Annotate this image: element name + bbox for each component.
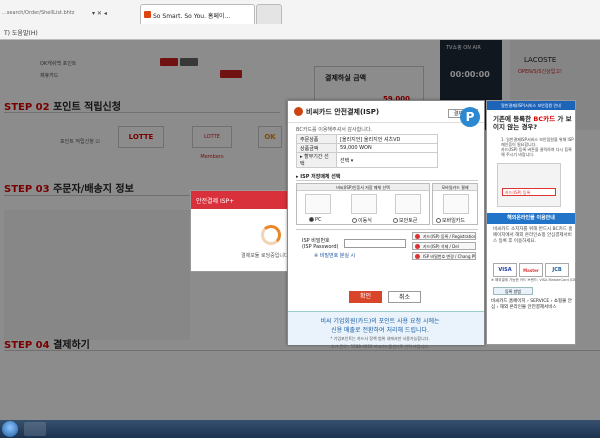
- removable-device-icon[interactable]: [351, 194, 377, 214]
- password-area: ISP 비밀번호 (ISP Password) ※ 비밀번호 분실 시 카드(I…: [296, 229, 478, 279]
- table-row: 주문상품 [올리지언] 울리지언 셔츠VD: [296, 134, 438, 144]
- help-img-caption: 카드(ISP) 등록: [502, 188, 556, 196]
- corporate-point-notice: 비씨 기업회원(카드)의 포인트 사용 요청 시에는 신용 매출로 전환하여 처…: [288, 311, 484, 349]
- forgot-password-link[interactable]: ※ 비밀번호 분실 시: [314, 252, 355, 259]
- isp-loader-message: 결제모듈 로딩중입니다: [241, 253, 289, 259]
- media-option-mobile[interactable]: 모바일카드: [436, 217, 465, 224]
- loading-spinner-icon: [261, 225, 281, 245]
- order-info-table: 주문상품 [올리지언] 울리지언 셔츠VD 상품금액 59,000 WON ▸ …: [296, 134, 438, 168]
- menu-bar[interactable]: T) 도움말(H): [0, 24, 600, 38]
- isp-loader-dialog: 안전결제 ISP+ 결제모듈 로딩중입니다: [190, 190, 290, 272]
- popup-subtitle: BC카드를 이용해주셔서 감사합니다.: [296, 127, 373, 133]
- installment-label: ▸ 할부기간 선택: [296, 152, 337, 168]
- address-controls[interactable]: ▾ ✕ ◂: [92, 10, 132, 22]
- bc-isp-popup: 비씨카드 안전결제(ISP) 결제취소 BC카드를 이용해주셔서 감사합니다. …: [287, 100, 485, 349]
- register-guide-button[interactable]: 등록 방법: [493, 287, 533, 295]
- popup-title: 비씨카드 안전결제(ISP): [306, 108, 380, 116]
- bc-card-logo-icon: [294, 107, 303, 116]
- delete-card-button[interactable]: 카드(ISP) 삭제 / Del: [412, 242, 476, 250]
- media-option-token[interactable]: 보안토큰: [393, 217, 417, 224]
- table-row: 상품금액 59,000 WON: [296, 143, 438, 153]
- start-button-icon[interactable]: [2, 421, 18, 437]
- taskbar-ie-icon[interactable]: [24, 422, 46, 436]
- change-password-button[interactable]: ISP 비밀번호 변경 / Chang PW: [412, 252, 476, 260]
- notice-line1: 비씨 기업회원(카드)의 포인트 사용 요청 시에는: [320, 318, 440, 325]
- help-body: 1. 일반결제ISP서비스 보안접원을 위해 ISP 재인증이 필요합니다. 카…: [501, 137, 574, 157]
- help-q-red: BC카드: [533, 115, 556, 123]
- address-bar[interactable]: ...search/Order/ShellList.bhtz: [2, 10, 80, 22]
- mobile-card-title: 모바일카드 결제: [433, 184, 477, 191]
- storage-section-title: ▸ ISP 저장매체 선택: [296, 173, 478, 181]
- radio-icon[interactable]: [309, 217, 314, 222]
- order-item-label: 주문상품: [296, 134, 337, 144]
- tab-title: So Smart. So You. 홈페이...: [153, 13, 231, 20]
- order-item-value: [올리지언] 울리지언 셔츠VD: [336, 134, 438, 144]
- confirm-button[interactable]: 확인: [349, 291, 382, 303]
- isp-loader-title: 안전결제 ISP+: [191, 191, 289, 209]
- installment-select[interactable]: 선택 ▾: [336, 152, 438, 168]
- browser-tab-new[interactable]: [256, 4, 282, 24]
- overseas-band: 해외온라인몰 이용안내: [487, 213, 575, 224]
- token-device-icon[interactable]: [395, 194, 421, 214]
- media-option-removable[interactable]: 이동식: [352, 217, 372, 224]
- card-brand-note: ※ 해외결제 가능한 카드 브랜드: VISA MasterCard JCB: [491, 278, 576, 282]
- mastercard-logo: Master: [519, 263, 543, 277]
- isp-password-input[interactable]: [344, 239, 406, 248]
- browser-chrome: ...search/Order/ShellList.bhtz ▾ ✕ ◂ So …: [0, 0, 600, 40]
- radio-icon[interactable]: [436, 218, 441, 223]
- notice-line3: * 기업포인트는 카드사 정책 범위 내에서만 사용가능합니다.: [330, 336, 430, 341]
- amount-label: 상품금액: [296, 143, 337, 153]
- table-row: ▸ 할부기간 선택 선택 ▾: [296, 152, 438, 168]
- pc-device-icon[interactable]: [305, 194, 331, 214]
- cancel-button[interactable]: 취소: [388, 291, 421, 303]
- notice-phone: 추가 문의 : 1588-4000 비씨카드콜센터로 연락 바랍니다.: [330, 344, 430, 349]
- isp-help-panel: 알반결제(ISP)서비스 보안접원 안내 기존에 등록한 BC카드 가 보이지 …: [486, 100, 576, 345]
- amount-value: 59,000 WON: [336, 143, 438, 153]
- mobile-card-box: 모바일카드 결제 모바일카드: [432, 183, 478, 225]
- overseas-text: 비씨카드 소지자를 위해 반드시 BC카드 홈페이지에서 해외 온라인쇼핑 안심…: [493, 227, 573, 244]
- mobile-device-icon[interactable]: [443, 194, 469, 214]
- taskbar: [0, 420, 600, 438]
- help-bottom-text: 비씨카드 홈페이지 › SERVICE › 쇼핑몰 안심 › 해외 온라인몰 안…: [491, 299, 572, 310]
- browser-tab-active[interactable]: So Smart. So You. 홈페이...: [140, 4, 255, 24]
- help-header: 알반결제(ISP)서비스 보안접원 안내: [487, 101, 575, 110]
- notice-line2: 신용 매출로 전환하여 처리해 드립니다.: [331, 327, 429, 334]
- help-question: 기존에 등록한 BC카드 가 보이지 않는 경우?: [493, 115, 573, 131]
- register-card-button[interactable]: 카드(ISP) 등록 / Registration: [412, 232, 476, 240]
- media-option-pc[interactable]: PC: [309, 217, 322, 223]
- storage-media-title: 비씨(ISP)인증서 저장 매체 선택: [297, 184, 429, 191]
- site-favicon-icon: [144, 11, 151, 18]
- storage-media-box: 비씨(ISP)인증서 저장 매체 선택 PC 이동식 보안토큰: [296, 183, 430, 225]
- visa-logo: VISA: [493, 263, 517, 277]
- radio-icon[interactable]: [393, 218, 398, 223]
- password-label: ISP 비밀번호 (ISP Password): [302, 238, 339, 250]
- help-q1: 기존에 등록한: [493, 115, 532, 123]
- jcb-logo: JCB: [545, 263, 569, 277]
- radio-icon[interactable]: [352, 218, 357, 223]
- point-badge-icon: P: [460, 107, 480, 127]
- help-screenshot-image: 카드(ISP) 등록: [497, 163, 561, 207]
